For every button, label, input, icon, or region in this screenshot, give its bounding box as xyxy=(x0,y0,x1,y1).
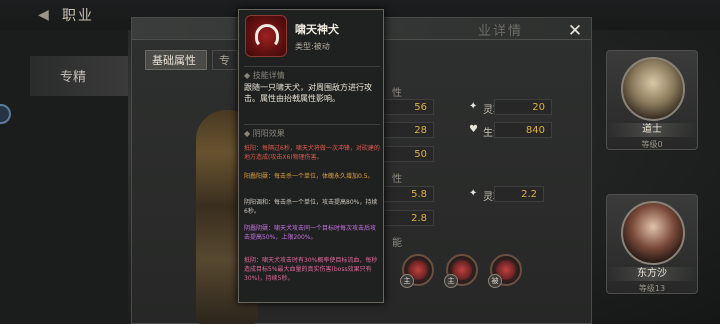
wolf-head-icon xyxy=(255,24,279,48)
skill-badge: 主 xyxy=(444,274,458,288)
tooltip-title: 啸天神犬 xyxy=(295,23,339,36)
section-heading: ◆ 技能详情 xyxy=(244,71,285,80)
stat-value: 840 xyxy=(494,122,552,138)
agility-icon: ✦ xyxy=(469,101,478,112)
agility-icon: ✦ xyxy=(469,188,478,199)
effect-text: 阴阳调和：每击杀一个单位，攻击提高80%，持续6秒。 xyxy=(244,199,378,215)
effect-text: 抵阳：每隔过6秒，啸天犬将做一次冲锋，对砍建的地方造成(攻击X6)物理伤害。 xyxy=(244,145,380,161)
skill-slot[interactable]: 主 xyxy=(400,254,434,288)
character-level: 等级13 xyxy=(638,284,666,293)
effect-text: 阳蠢阳蘖：每击杀一个单位，体魄永久增加0.5。 xyxy=(244,173,374,180)
skill-tooltip: 啸天神犬 类型:被动 ◆ 技能详情 跟随一只啸天犬，对周围敌方进行攻击。属性由抬… xyxy=(238,9,384,303)
section-mark: 性 xyxy=(392,88,402,99)
divider xyxy=(244,66,380,67)
tab-specialization[interactable]: 专 xyxy=(212,50,238,70)
stat-value: 56 xyxy=(376,99,434,115)
stat-value: 2.8 xyxy=(376,210,434,226)
character-name: 东方沙 xyxy=(607,267,697,281)
stat-value: 50 xyxy=(376,146,434,162)
effect-text: 抵阴：啸天犬攻击时有30%概率使目标流血，每秒造成目标5%最大血量的真实伤害(b… xyxy=(244,257,378,282)
page-title: 职业 xyxy=(62,8,94,24)
character-name: 道士 xyxy=(607,123,697,137)
character-card[interactable]: 东方沙 等级13 xyxy=(606,194,698,294)
nav-item-label: 专精 xyxy=(60,70,87,85)
stat-value: 28 xyxy=(376,122,434,138)
section-heading: ◆ 阴阳效果 xyxy=(244,129,285,138)
elder-portrait xyxy=(621,57,685,121)
divider xyxy=(244,124,380,125)
close-button[interactable]: ✕ xyxy=(566,22,584,40)
section-mark: 性 xyxy=(392,174,402,185)
tab-basic-attributes[interactable]: 基础属性 xyxy=(145,50,207,70)
stat-value: 2.2 xyxy=(494,186,544,202)
effect-text: 阴蠢阴蘖：啸天犬攻击同一个目标时每次攻击后攻击提高50%，上限200%。 xyxy=(244,225,377,241)
wolf-emblem-icon xyxy=(245,15,287,57)
section-mark: 能 xyxy=(392,238,402,249)
skill-badge: 被 xyxy=(488,274,502,288)
back-arrow-icon[interactable]: ◀ xyxy=(38,7,60,23)
skill-badge: 主 xyxy=(400,274,414,288)
girl-portrait xyxy=(621,201,685,265)
character-level: 等级0 xyxy=(641,140,663,149)
tooltip-type: 类型:被动 xyxy=(295,42,330,51)
stat-value: 5.8 xyxy=(376,186,434,202)
skill-slot[interactable]: 主 xyxy=(444,254,478,288)
tooltip-description: 跟随一只啸天犬，对周围敌方进行攻击。属性由抬戟属性影响。 xyxy=(244,83,372,103)
heart-icon: ♥ xyxy=(469,124,478,135)
panel-title: 业详情 xyxy=(478,24,524,39)
character-card[interactable]: 道士 等级0 xyxy=(606,50,698,150)
skill-slot[interactable]: 被 xyxy=(488,254,522,288)
stat-value: 20 xyxy=(494,99,552,115)
